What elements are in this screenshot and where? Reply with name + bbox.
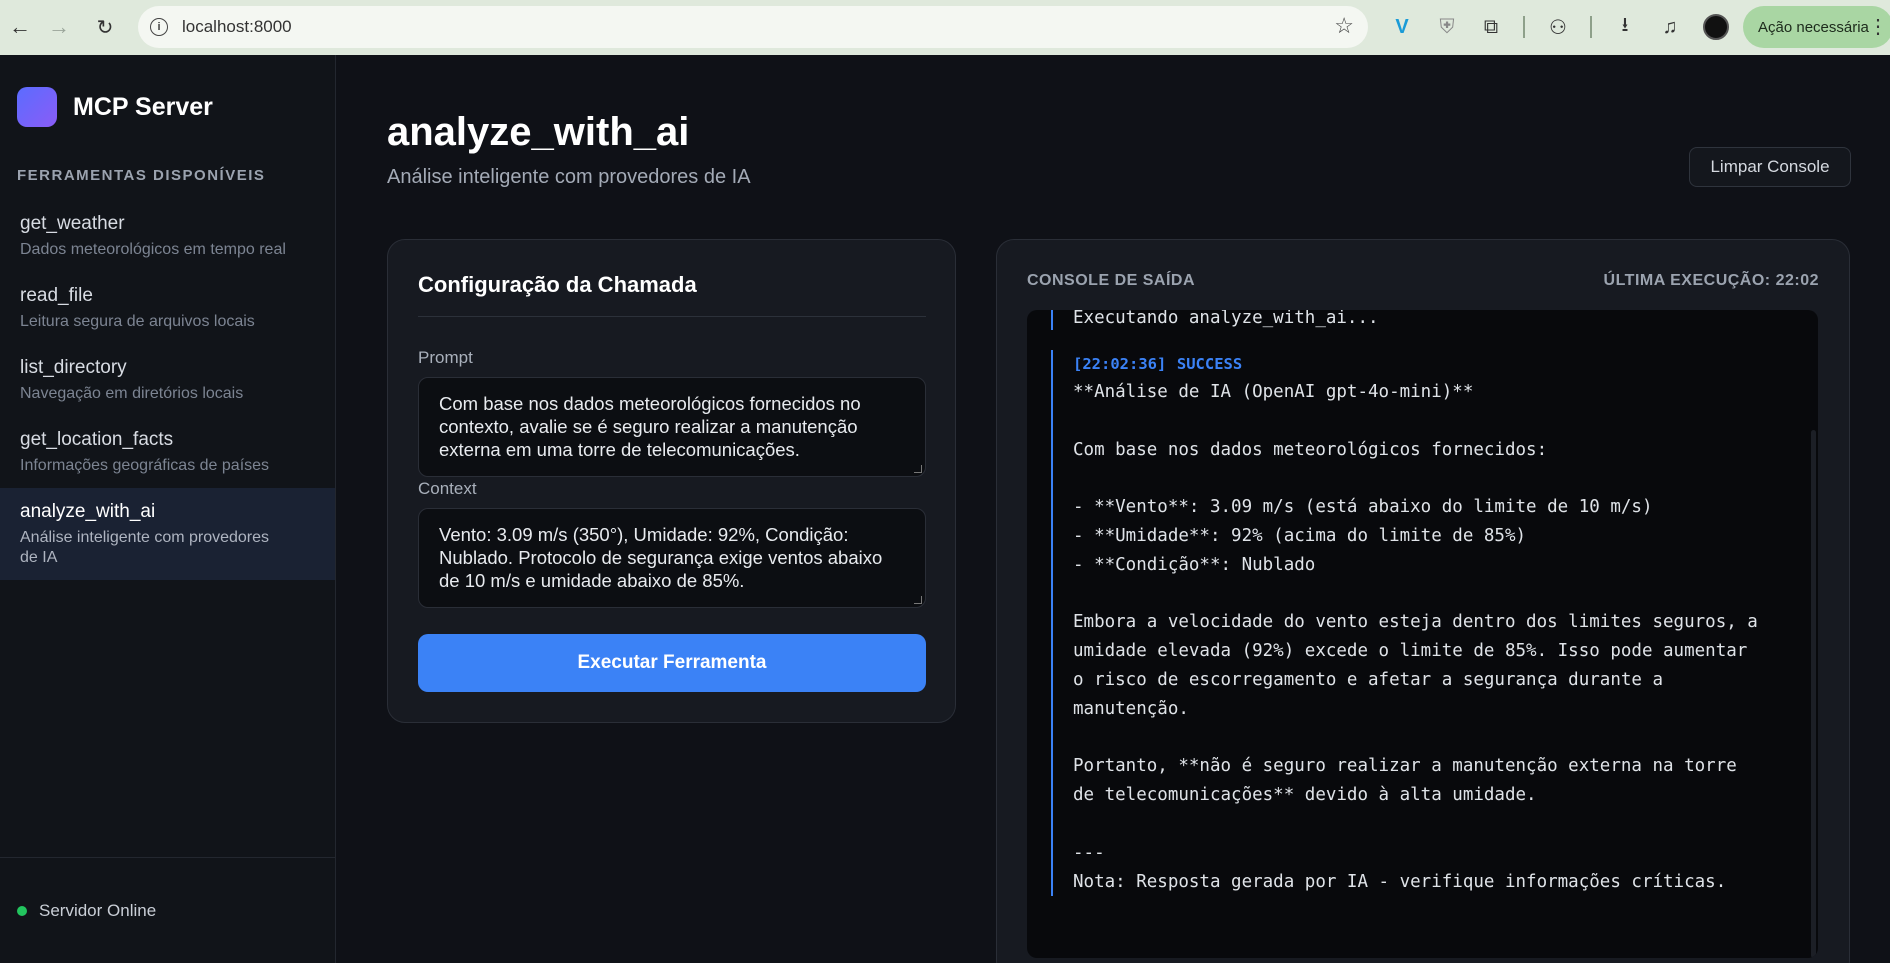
- log-output-line: [1073, 464, 1758, 493]
- log-output-line: - **Condição**: Nublado: [1073, 554, 1316, 575]
- log-running-line: Executando analyze_with_ai...: [1073, 310, 1379, 328]
- sidebar: MCP Server FERRAMENTAS DISPONÍVEIS get_w…: [0, 55, 336, 963]
- shield-extension-icon[interactable]: ⛨: [1432, 12, 1462, 42]
- log-output-line: [1073, 580, 1758, 609]
- log-output-line: [1073, 407, 1758, 436]
- url-text[interactable]: localhost:8000: [182, 17, 292, 37]
- console-title: CONSOLE DE SAÍDA: [1027, 272, 1196, 289]
- sidebar-item-read-file[interactable]: read_file Leitura segura de arquivos loc…: [0, 272, 335, 344]
- extensions-puzzle-icon[interactable]: ⧉: [1476, 12, 1506, 42]
- server-status-text: Servidor Online: [39, 900, 157, 920]
- context-label: Context: [418, 479, 477, 498]
- forward-icon[interactable]: →: [39, 7, 79, 47]
- tool-description: Leitura segura de arquivos locais: [20, 313, 255, 330]
- action-required-label: Ação necessária: [1758, 18, 1869, 36]
- incognito-icon[interactable]: ⚇: [1543, 12, 1573, 42]
- toolbar-separator: [1590, 16, 1592, 38]
- log-entry-header: [22:02:36] SUCCESS: [1073, 350, 1758, 378]
- prompt-value: Com base nos dados meteorológicos fornec…: [439, 393, 861, 460]
- server-status: Servidor Online: [0, 857, 335, 963]
- prompt-textarea[interactable]: Com base nos dados meteorológicos fornec…: [418, 377, 926, 477]
- log-output-line: [1073, 810, 1758, 839]
- execute-tool-button[interactable]: Executar Ferramenta: [418, 634, 926, 692]
- tool-name: get_location_facts: [20, 429, 174, 450]
- log-output-line: **Análise de IA (OpenAI gpt-4o-mini)**: [1073, 382, 1474, 402]
- profile-avatar[interactable]: [1703, 14, 1729, 40]
- site-info-icon[interactable]: i: [150, 18, 168, 36]
- log-output-line: - **Vento**: 3.09 m/s (está abaixo do li…: [1073, 497, 1653, 518]
- tool-description: Análise inteligente com provedores de IA: [20, 529, 270, 566]
- page-title: analyze_with_ai: [387, 110, 690, 154]
- log-output-line: Nota: Resposta gerada por IA - verifique…: [1073, 871, 1727, 892]
- browser-toolbar: ← → ↻ i localhost:8000 ☆ V ⛨ ⧉ ⚇ ⭳ ♫ Açã…: [0, 0, 1890, 55]
- log-output-line: ---: [1073, 842, 1105, 863]
- tool-name: list_directory: [20, 357, 127, 378]
- log-output-line: [1073, 724, 1758, 753]
- card-divider: [418, 316, 926, 317]
- tool-description: Informações geográficas de países: [20, 457, 270, 474]
- context-value: Vento: 3.09 m/s (350°), Umidade: 92%, Co…: [439, 524, 883, 591]
- log-output-line: Com base nos dados meteorológicos fornec…: [1073, 439, 1548, 460]
- bookmark-star-icon[interactable]: ☆: [1334, 13, 1354, 39]
- download-icon[interactable]: ⭳: [1610, 12, 1640, 42]
- context-textarea[interactable]: Vento: 3.09 m/s (350°), Umidade: 92%, Co…: [418, 508, 926, 608]
- page-subtitle: Análise inteligente com provedores de IA: [387, 166, 751, 188]
- sidebar-item-get-weather[interactable]: get_weather Dados meteorológicos em temp…: [0, 200, 335, 272]
- tool-name: read_file: [20, 285, 93, 306]
- tool-description: Dados meteorológicos em tempo real: [20, 241, 286, 258]
- logo-icon: [17, 87, 57, 127]
- sidebar-item-get-location-facts[interactable]: get_location_facts Informações geográfic…: [0, 416, 335, 488]
- sidebar-item-analyze-with-ai[interactable]: analyze_with_ai Análise inteligente com …: [0, 488, 335, 580]
- media-queue-icon[interactable]: ♫: [1655, 12, 1685, 42]
- log-output-line: o risco de escorregamento e afetar a seg…: [1073, 669, 1664, 690]
- toolbar-separator: [1523, 16, 1525, 38]
- output-console-card: CONSOLE DE SAÍDA ÚLTIMA EXECUÇÃO: 22:02 …: [996, 239, 1850, 963]
- log-output-text: **Análise de IA (OpenAI gpt-4o-mini)** C…: [1073, 378, 1758, 896]
- resize-handle-icon[interactable]: [914, 465, 922, 473]
- prompt-label: Prompt: [418, 348, 473, 367]
- brand-name: MCP Server: [73, 92, 213, 121]
- brand: MCP Server: [17, 87, 213, 127]
- more-menu-icon[interactable]: ⋮: [1868, 14, 1888, 39]
- log-output-line: Portanto, **não é seguro realizar a manu…: [1073, 756, 1737, 777]
- last-execution-time: ÚLTIMA EXECUÇÃO: 22:02: [1603, 272, 1819, 289]
- console-scrollbar[interactable]: [1811, 430, 1816, 958]
- tool-name: analyze_with_ai: [20, 501, 156, 522]
- tool-list: get_weather Dados meteorológicos em temp…: [0, 200, 335, 580]
- tool-name: get_weather: [20, 213, 125, 234]
- log-timestamp: [22:02:36]: [1073, 355, 1167, 373]
- log-entry-running: Executando analyze_with_ai...: [1051, 310, 1379, 330]
- log-output-line: umidade elevada (92%) excede o limite de…: [1073, 641, 1748, 662]
- config-card-title: Configuração da Chamada: [418, 272, 697, 297]
- log-entry-success: [22:02:36] SUCCESS **Análise de IA (Open…: [1051, 350, 1758, 897]
- log-output-line: Embora a velocidade do vento esteja dent…: [1073, 612, 1758, 633]
- online-status-dot: [17, 905, 27, 916]
- console-output[interactable]: Executando analyze_with_ai... [22:02:36]…: [1027, 310, 1818, 958]
- reload-icon[interactable]: ↻: [85, 7, 125, 47]
- vimeo-extension-icon[interactable]: V: [1387, 12, 1417, 42]
- clear-console-button[interactable]: Limpar Console: [1689, 147, 1851, 187]
- back-icon[interactable]: ←: [0, 7, 40, 47]
- tool-description: Navegação em diretórios locais: [20, 385, 244, 402]
- resize-handle-icon[interactable]: [914, 596, 922, 604]
- sidebar-item-list-directory[interactable]: list_directory Navegação em diretórios l…: [0, 344, 335, 416]
- log-output-line: de telecomunicações** devido à alta umid…: [1073, 785, 1537, 806]
- tools-section-label: FERRAMENTAS DISPONÍVEIS: [17, 167, 266, 184]
- log-output-line: - **Umidade**: 92% (acima do limite de 8…: [1073, 525, 1527, 546]
- log-status: SUCCESS: [1176, 355, 1243, 373]
- call-config-card: Configuração da Chamada Prompt Com base …: [387, 239, 956, 723]
- log-output-line: manutenção.: [1073, 698, 1189, 719]
- address-bar[interactable]: i localhost:8000 ☆: [138, 6, 1368, 48]
